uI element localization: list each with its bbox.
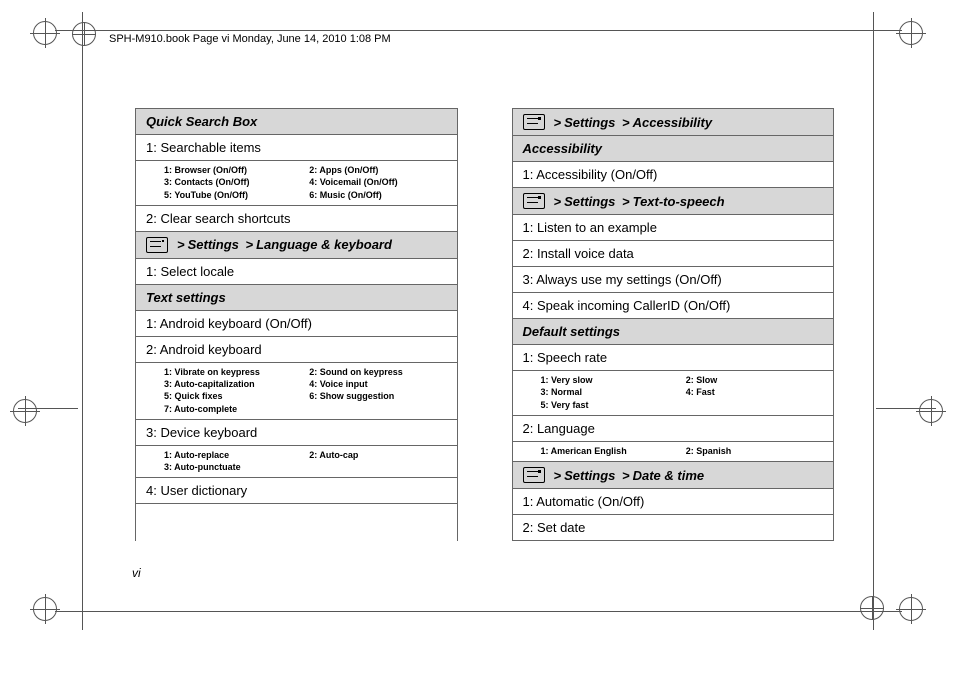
registration-mark-icon bbox=[30, 594, 60, 624]
section-heading: >Settings >Date & time bbox=[513, 462, 834, 489]
list-item: 2: Install voice data bbox=[513, 241, 834, 267]
sub-item: 4: Voice input bbox=[309, 379, 446, 390]
sub-item: 4: Fast bbox=[686, 387, 823, 398]
list-item: 2: Language bbox=[513, 416, 834, 442]
list-item: 1: Accessibility (On/Off) bbox=[513, 162, 834, 188]
section-heading: >Settings >Text-to-speech bbox=[513, 188, 834, 215]
menu-icon bbox=[523, 193, 545, 209]
breadcrumb: >Settings >Text-to-speech bbox=[551, 194, 725, 209]
list-item: 4: Speak incoming CallerID (On/Off) bbox=[513, 293, 834, 319]
page: SPH-M910.book Page vi Monday, June 14, 2… bbox=[0, 0, 954, 682]
crop-line bbox=[82, 12, 83, 630]
menu-icon bbox=[523, 114, 545, 130]
sub-item: 5: Very fast bbox=[541, 400, 678, 411]
list-item: 2: Clear search shortcuts bbox=[136, 206, 457, 232]
sub-options: 1: Auto-replace 2: Auto-cap 3: Auto-punc… bbox=[136, 446, 457, 479]
crop-line bbox=[18, 408, 78, 409]
sub-options: 1: American English 2: Spanish bbox=[513, 442, 834, 462]
sub-item: 6: Music (On/Off) bbox=[309, 190, 446, 201]
breadcrumb: >Settings >Accessibility bbox=[551, 115, 713, 130]
page-number: vi bbox=[132, 566, 141, 580]
crop-line bbox=[55, 30, 902, 31]
crop-line bbox=[873, 12, 874, 630]
section-heading: >Settings >Accessibility bbox=[513, 108, 834, 136]
sub-item: 2: Slow bbox=[686, 375, 823, 386]
running-header: SPH-M910.book Page vi Monday, June 14, 2… bbox=[109, 33, 391, 45]
registration-mark-icon bbox=[10, 396, 40, 426]
sub-item: 2: Auto-cap bbox=[309, 450, 446, 461]
registration-mark-icon bbox=[896, 18, 926, 48]
section-heading: Default settings bbox=[513, 319, 834, 345]
sub-item: 1: American English bbox=[541, 446, 678, 457]
sub-item: 5: Quick fixes bbox=[164, 391, 301, 402]
registration-mark-icon bbox=[896, 594, 926, 624]
sub-options: 1: Very slow 2: Slow 3: Normal 4: Fast 5… bbox=[513, 371, 834, 416]
crop-line bbox=[876, 408, 936, 409]
sub-item: 1: Very slow bbox=[541, 375, 678, 386]
sub-item: 1: Vibrate on keypress bbox=[164, 367, 301, 378]
list-item: 2: Android keyboard bbox=[136, 337, 457, 363]
sub-options: 1: Vibrate on keypress 2: Sound on keypr… bbox=[136, 363, 457, 420]
list-item: 1: Searchable items bbox=[136, 135, 457, 161]
registration-mark-icon bbox=[72, 22, 96, 46]
section-heading: >Settings >Language & keyboard bbox=[136, 232, 457, 259]
sub-item: 3: Auto-punctuate bbox=[164, 462, 301, 473]
list-item: 3: Always use my settings (On/Off) bbox=[513, 267, 834, 293]
breadcrumb: >Settings >Date & time bbox=[551, 468, 705, 483]
list-item: 1: Select locale bbox=[136, 259, 457, 285]
section-heading: Accessibility bbox=[513, 136, 834, 162]
sub-item: 2: Sound on keypress bbox=[309, 367, 446, 378]
list-item: 1: Automatic (On/Off) bbox=[513, 489, 834, 515]
crop-line bbox=[55, 611, 902, 612]
list-item: 1: Listen to an example bbox=[513, 215, 834, 241]
menu-icon bbox=[146, 237, 168, 253]
sub-item: 3: Contacts (On/Off) bbox=[164, 177, 301, 188]
sub-item: 1: Auto-replace bbox=[164, 450, 301, 461]
sub-options: 1: Browser (On/Off) 2: Apps (On/Off) 3: … bbox=[136, 161, 457, 206]
list-item: 2: Set date bbox=[513, 515, 834, 541]
registration-mark-icon bbox=[30, 18, 60, 48]
list-item: 1: Speech rate bbox=[513, 345, 834, 371]
left-column: Quick Search Box 1: Searchable items 1: … bbox=[135, 108, 458, 541]
sub-item: 6: Show suggestion bbox=[309, 391, 446, 402]
list-item: 3: Device keyboard bbox=[136, 420, 457, 446]
section-heading: Quick Search Box bbox=[136, 108, 457, 135]
menu-icon bbox=[523, 467, 545, 483]
sub-item: 3: Normal bbox=[541, 387, 678, 398]
sub-item: 3: Auto-capitalization bbox=[164, 379, 301, 390]
sub-item: 2: Spanish bbox=[686, 446, 823, 457]
sub-item: 5: YouTube (On/Off) bbox=[164, 190, 301, 201]
sub-item: 7: Auto-complete bbox=[164, 404, 301, 415]
list-item: 1: Android keyboard (On/Off) bbox=[136, 311, 457, 337]
registration-mark-icon bbox=[916, 396, 946, 426]
list-item: 4: User dictionary bbox=[136, 478, 457, 504]
right-column: >Settings >Accessibility Accessibility 1… bbox=[512, 108, 835, 541]
sub-item: 1: Browser (On/Off) bbox=[164, 165, 301, 176]
sub-item: 4: Voicemail (On/Off) bbox=[309, 177, 446, 188]
registration-mark-icon bbox=[860, 596, 884, 620]
content-columns: Quick Search Box 1: Searchable items 1: … bbox=[135, 108, 834, 541]
sub-item: 2: Apps (On/Off) bbox=[309, 165, 446, 176]
section-heading: Text settings bbox=[136, 285, 457, 311]
breadcrumb: >Settings >Language & keyboard bbox=[174, 237, 392, 252]
